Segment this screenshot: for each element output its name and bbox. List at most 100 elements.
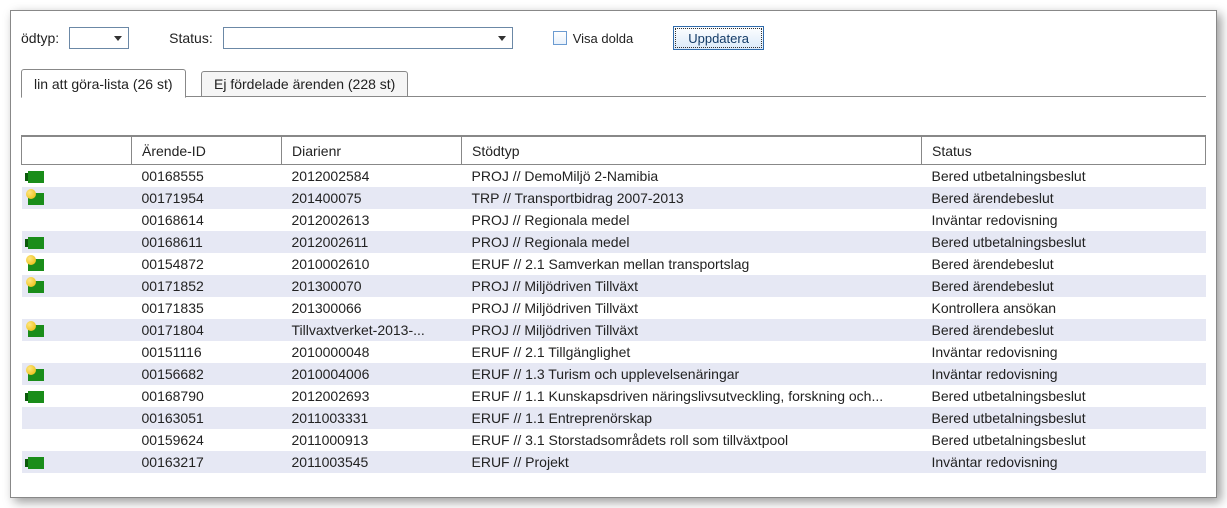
stodtyp-combo[interactable]: [69, 27, 129, 49]
table-row[interactable]: 001632172011003545ERUF // ProjektInvänta…: [22, 451, 1206, 473]
table-row[interactable]: 001511162010000048ERUF // 2.1 Tillgängli…: [22, 341, 1206, 363]
cell-status: Inväntar redovisning: [922, 209, 1206, 231]
table-row[interactable]: 00171852201300070PROJ // Miljödriven Til…: [22, 275, 1206, 297]
col-header-icon[interactable]: [22, 137, 132, 165]
cell-status: Bered ärendebeslut: [922, 253, 1206, 275]
cell-type: PROJ // Regionala medel: [462, 231, 922, 253]
cell-id: 00159624: [132, 429, 282, 451]
show-hidden-label: Visa dolda: [573, 31, 633, 46]
table-row[interactable]: 001686112012002611PROJ // Regionala mede…: [22, 231, 1206, 253]
grid-header-row: Ärende-ID Diarienr Stödtyp Status: [22, 137, 1206, 165]
col-header-dnr[interactable]: Diarienr: [282, 137, 462, 165]
row-icon-cell: [22, 319, 132, 341]
row-icon-cell: [22, 385, 132, 407]
cell-dnr: 2012002611: [282, 231, 462, 253]
cell-id: 00163217: [132, 451, 282, 473]
tab-label: Ej fördelade ärenden (228 st): [214, 76, 395, 92]
cell-id: 00154872: [132, 253, 282, 275]
row-icon-cell: [22, 341, 132, 363]
cell-id: 00168611: [132, 231, 282, 253]
row-icon-cell: [22, 275, 132, 297]
cell-status: Bered utbetalningsbeslut: [922, 385, 1206, 407]
folder-green-icon: [28, 171, 44, 183]
table-row[interactable]: 00171804Tillvaxtverket-2013-...PROJ // M…: [22, 319, 1206, 341]
cell-type: TRP // Transportbidrag 2007-2013: [462, 187, 922, 209]
tab-unassigned[interactable]: Ej fördelade ärenden (228 st): [201, 71, 408, 97]
cell-dnr: 2010004006: [282, 363, 462, 385]
cell-type: ERUF // 2.1 Samverkan mellan transportsl…: [462, 253, 922, 275]
cell-dnr: 2010002610: [282, 253, 462, 275]
cell-status: Bered utbetalningsbeslut: [922, 165, 1206, 187]
cell-type: PROJ // Miljödriven Tillväxt: [462, 275, 922, 297]
stodtyp-label: ödtyp:: [21, 30, 59, 46]
cell-dnr: 2012002584: [282, 165, 462, 187]
row-icon-cell: [22, 165, 132, 187]
table-row[interactable]: 001566822010004006ERUF // 1.3 Turism och…: [22, 363, 1206, 385]
cell-status: Bered utbetalningsbeslut: [922, 429, 1206, 451]
cell-id: 00171852: [132, 275, 282, 297]
cell-id: 00156682: [132, 363, 282, 385]
folder-green-icon: [28, 237, 44, 249]
folder-green-icon: [28, 391, 44, 403]
row-icon-cell: [22, 451, 132, 473]
cell-status: Kontrollera ansökan: [922, 297, 1206, 319]
cell-status: Inväntar redovisning: [922, 451, 1206, 473]
table-row[interactable]: 00171835201300066PROJ // Miljödriven Til…: [22, 297, 1206, 319]
cell-id: 00168614: [132, 209, 282, 231]
chevron-down-icon: [114, 36, 122, 41]
scroll-cutoff: [11, 487, 1216, 497]
chevron-down-icon: [498, 36, 506, 41]
cell-status: Bered utbetalningsbeslut: [922, 407, 1206, 429]
folder-alert-icon: [28, 193, 44, 205]
cell-dnr: 2011000913: [282, 429, 462, 451]
folder-alert-icon: [28, 281, 44, 293]
row-icon-cell: [22, 407, 132, 429]
table-row[interactable]: 001687902012002693ERUF // 1.1 Kunskapsdr…: [22, 385, 1206, 407]
cell-id: 00171804: [132, 319, 282, 341]
cell-dnr: 2010000048: [282, 341, 462, 363]
update-button[interactable]: Uppdatera: [673, 26, 764, 50]
table-row[interactable]: 00171954201400075TRP // Transportbidrag …: [22, 187, 1206, 209]
folder-green-icon: [28, 457, 44, 469]
tab-label: lin att göra-lista (26 st): [34, 76, 173, 92]
cell-status: Bered utbetalningsbeslut: [922, 231, 1206, 253]
table-row[interactable]: 001596242011000913ERUF // 3.1 Storstadso…: [22, 429, 1206, 451]
show-hidden-checkbox[interactable]: Visa dolda: [553, 31, 633, 46]
cell-type: PROJ // DemoMiljö 2-Namibia: [462, 165, 922, 187]
col-header-id[interactable]: Ärende-ID: [132, 137, 282, 165]
cell-dnr: Tillvaxtverket-2013-...: [282, 319, 462, 341]
cell-id: 00171835: [132, 297, 282, 319]
cell-type: PROJ // Miljödriven Tillväxt: [462, 297, 922, 319]
cell-type: ERUF // Projekt: [462, 451, 922, 473]
row-icon-cell: [22, 231, 132, 253]
grid: Ärende-ID Diarienr Stödtyp Status 001685…: [21, 135, 1206, 473]
cell-dnr: 201300070: [282, 275, 462, 297]
cell-dnr: 2012002613: [282, 209, 462, 231]
table-row[interactable]: 001686142012002613PROJ // Regionala mede…: [22, 209, 1206, 231]
table-row[interactable]: 001548722010002610ERUF // 2.1 Samverkan …: [22, 253, 1206, 275]
folder-alert-icon: [28, 259, 44, 271]
tab-my-todo[interactable]: lin att göra-lista (26 st): [21, 69, 186, 98]
cell-type: ERUF // 3.1 Storstadsområdets roll som t…: [462, 429, 922, 451]
cell-id: 00168790: [132, 385, 282, 407]
cell-status: Inväntar redovisning: [922, 341, 1206, 363]
cell-type: ERUF // 1.3 Turism och upplevelsenäringa…: [462, 363, 922, 385]
table-row[interactable]: 001630512011003331ERUF // 1.1 Entreprenö…: [22, 407, 1206, 429]
cell-type: ERUF // 2.1 Tillgänglighet: [462, 341, 922, 363]
cell-dnr: 2011003545: [282, 451, 462, 473]
cell-status: Bered ärendebeslut: [922, 275, 1206, 297]
cell-dnr: 201400075: [282, 187, 462, 209]
cell-type: PROJ // Regionala medel: [462, 209, 922, 231]
table-row[interactable]: 001685552012002584PROJ // DemoMiljö 2-Na…: [22, 165, 1206, 187]
status-combo[interactable]: [223, 27, 513, 49]
cell-dnr: 201300066: [282, 297, 462, 319]
app-window: ödtyp: Status: Visa dolda Uppdatera lin …: [10, 10, 1217, 498]
col-header-type[interactable]: Stödtyp: [462, 137, 922, 165]
status-label: Status:: [169, 30, 213, 46]
row-icon-cell: [22, 429, 132, 451]
filter-bar: ödtyp: Status: Visa dolda Uppdatera: [11, 11, 1216, 69]
tabstrip: lin att göra-lista (26 st) Ej fördelade …: [21, 69, 1206, 97]
cell-id: 00163051: [132, 407, 282, 429]
cell-dnr: 2012002693: [282, 385, 462, 407]
col-header-status[interactable]: Status: [922, 137, 1206, 165]
